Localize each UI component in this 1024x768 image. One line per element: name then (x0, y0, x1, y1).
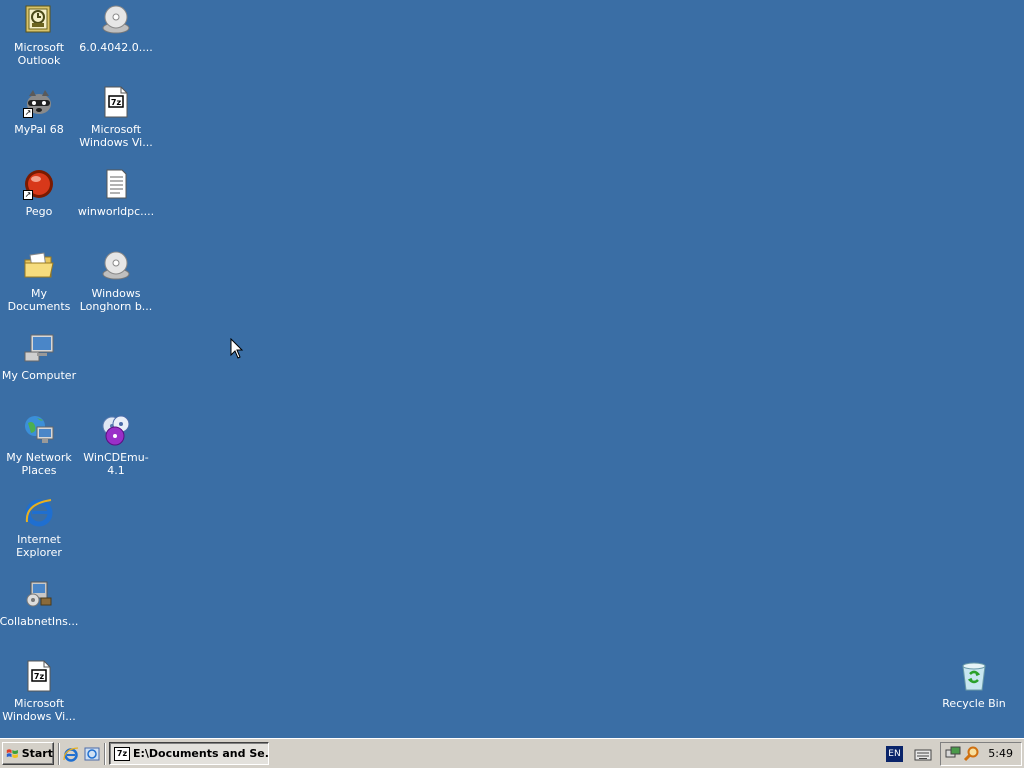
desktop-icon-winworldpc[interactable]: winworldpc.... (77, 168, 155, 218)
pego-icon: ↗ (23, 168, 55, 200)
7z-archive-icon: 7z (114, 746, 130, 761)
desktop-icon-internet-explorer[interactable]: Internet Explorer (0, 496, 78, 559)
taskbar-window-button[interactable]: 7z E:\Documents and Se... (109, 742, 269, 765)
icon-label: Microsoft Outlook (13, 41, 65, 67)
start-button[interactable]: Start (2, 742, 54, 765)
svg-text:7z: 7z (34, 672, 45, 681)
icon-label: WinCDEmu-4.1 (83, 451, 149, 477)
window-title: E:\Documents and Se... (133, 747, 269, 760)
desktop-icon-collabnet[interactable]: CollabnetIns... (0, 578, 78, 628)
icon-label: MyPal 68 (14, 123, 64, 136)
quicklaunch-separator (58, 743, 60, 765)
desktop-icon-microsoft-outlook[interactable]: Microsoft Outlook (0, 4, 78, 67)
cd-drive-icon (100, 4, 132, 36)
icon-label: Internet Explorer (16, 533, 62, 559)
language-indicator[interactable]: EN (886, 746, 903, 762)
desktop-icon-7z-archive-2[interactable]: 7z Microsoft Windows Vi... (0, 660, 78, 723)
desktop-icon-windows-longhorn[interactable]: Windows Longhorn b... (77, 250, 155, 313)
icon-label: Microsoft Windows Vi... (2, 697, 76, 723)
svg-text:7z: 7z (111, 98, 122, 107)
shortcut-arrow-icon: ↗ (23, 190, 33, 200)
folder-icon (23, 250, 55, 282)
mouse-cursor-icon (230, 338, 244, 359)
raccoon-icon: ↗ (23, 86, 55, 118)
icon-label: Recycle Bin (942, 697, 1006, 710)
text-document-icon (100, 168, 132, 200)
recycle-bin-icon (958, 660, 990, 692)
icon-label: My Network Places (6, 451, 72, 477)
internet-explorer-icon (23, 496, 55, 528)
shortcut-arrow-icon: ↗ (23, 108, 33, 118)
start-label: Start (21, 747, 53, 760)
desktop-icon-mypal[interactable]: ↗ MyPal 68 (0, 86, 78, 136)
taskbar: Start 7z E:\Documents and Se... EN 5:49 (0, 738, 1024, 768)
desktop-icon-my-documents[interactable]: My Documents (0, 250, 78, 313)
show-desktop-icon[interactable] (84, 746, 100, 762)
system-tray: 5:49 (940, 742, 1022, 766)
icon-label: Pego (25, 205, 53, 218)
network-icon (23, 414, 55, 446)
computer-icon (23, 332, 55, 364)
desktop-icon-my-computer[interactable]: My Computer (0, 332, 78, 382)
internet-explorer-icon[interactable] (63, 746, 79, 762)
icon-label: My Documents (7, 287, 71, 313)
wincdemu-icon (100, 414, 132, 446)
desktop-icon-wincdemu[interactable]: WinCDEmu-4.1 (77, 414, 155, 477)
icon-label: winworldpc.... (77, 205, 155, 218)
icon-label: CollabnetIns... (0, 615, 79, 628)
desktop[interactable]: Microsoft Outlook ↗ MyPal 68 ↗ Pego My D… (0, 0, 1024, 738)
desktop-icon-recycle-bin[interactable]: Recycle Bin (935, 660, 1013, 710)
clock[interactable]: 5:49 (988, 747, 1013, 760)
desktop-icon-disc-6-0-4042[interactable]: 6.0.4042.0.... (77, 4, 155, 54)
7z-archive-icon: 7z (23, 660, 55, 692)
magnifier-tray-icon[interactable] (963, 746, 979, 762)
keyboard-icon[interactable] (914, 747, 932, 761)
desktop-icon-7z-archive-1[interactable]: 7z Microsoft Windows Vi... (77, 86, 155, 149)
network-tray-icon[interactable] (945, 746, 961, 762)
icon-label: Microsoft Windows Vi... (79, 123, 153, 149)
desktop-icon-my-network-places[interactable]: My Network Places (0, 414, 78, 477)
desktop-icon-pego[interactable]: ↗ Pego (0, 168, 78, 218)
quicklaunch-separator (104, 743, 106, 765)
icon-label: My Computer (1, 369, 77, 382)
windows-flag-icon (6, 748, 18, 758)
installer-icon (23, 578, 55, 610)
icon-label: Windows Longhorn b... (79, 287, 153, 313)
outlook-icon (23, 4, 55, 36)
7z-archive-icon: 7z (100, 86, 132, 118)
cd-drive-icon (100, 250, 132, 282)
icon-label: 6.0.4042.0.... (79, 41, 153, 54)
